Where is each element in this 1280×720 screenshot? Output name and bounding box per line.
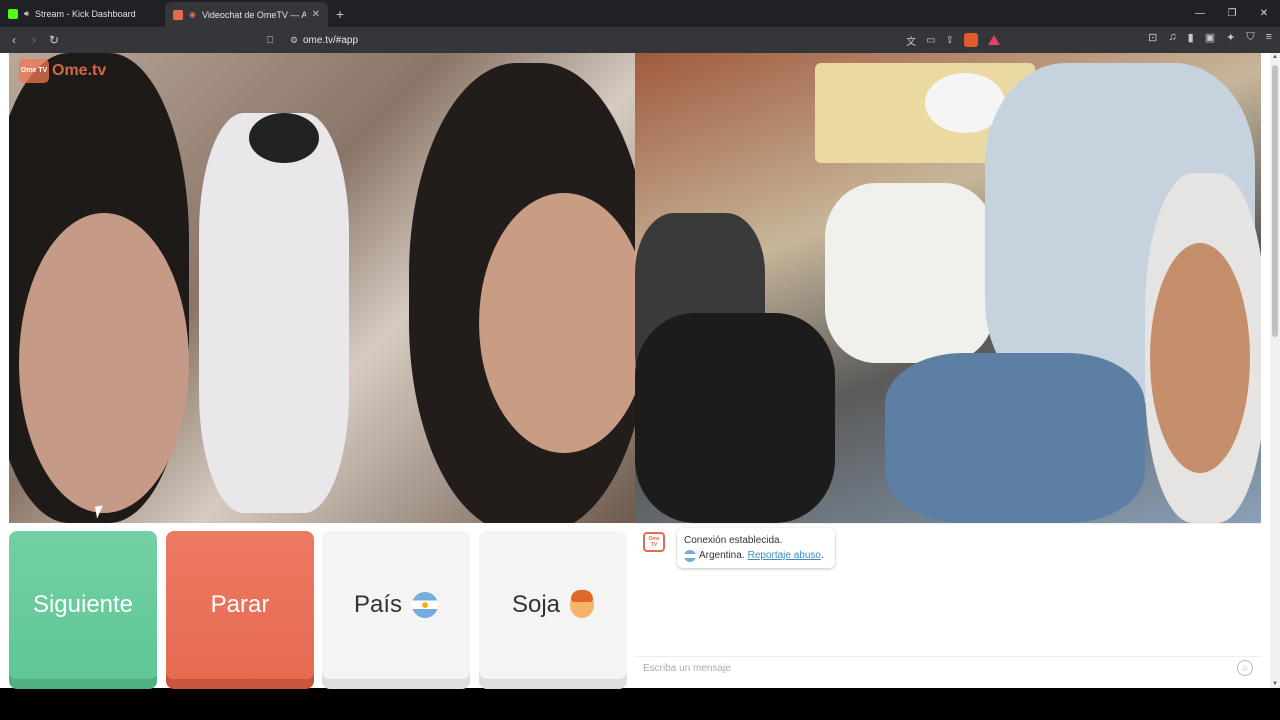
scroll-up-icon[interactable]: ▲ (1271, 54, 1279, 60)
new-tab-button[interactable]: + (336, 6, 344, 22)
gender-button-label: Soja (511, 591, 561, 618)
wallet-icon[interactable]: ▣ (1205, 31, 1215, 44)
country-button-label: País (353, 591, 403, 618)
speaker-icon: 🔊︎ (24, 8, 30, 18)
screenshot-icon[interactable]: ⊡ (1148, 31, 1157, 44)
gender-button[interactable]: Soja (479, 531, 627, 679)
tab-ometv[interactable]: ◉ Videochat de OmeTV — Alte ✕ (165, 2, 328, 27)
logo-text: Ome.tv (52, 62, 107, 79)
bookmark-icon[interactable]: ⎕ (255, 35, 285, 46)
tab-bar: 🔊︎ Stream - Kick Dashboard ◉ Videochat d… (0, 0, 1280, 27)
chat-panel: Ome TV Conexión establecida. Argentina. … (635, 523, 1261, 688)
system-message: Conexión establecida. Argentina. Reporta… (677, 528, 835, 568)
ometv-chat-icon: Ome TV (643, 532, 665, 552)
share-icon[interactable]: ⇪ (946, 35, 954, 46)
gender-face-icon (570, 590, 595, 618)
message-placeholder: Escriba un mensaje (643, 663, 731, 674)
tv-logo-icon: Ome TV (19, 59, 49, 83)
report-abuse-link[interactable]: Reportaje abuso (748, 550, 821, 561)
country-name: Argentina. (699, 550, 745, 561)
stop-button[interactable]: Parar (166, 531, 314, 679)
tab-title: Videochat de OmeTV — Alte (201, 9, 306, 20)
ometv-favicon-icon (173, 9, 183, 20)
argentina-flag-icon (412, 592, 439, 618)
ometv-logo: Ome TV Ome.tv (19, 59, 106, 83)
translate-icon[interactable]: 文 (906, 33, 916, 48)
next-button-label: Siguiente (32, 591, 134, 618)
tab-kick-dashboard[interactable]: 🔊︎ Stream - Kick Dashboard (0, 0, 165, 27)
brave-shields-icon[interactable] (964, 33, 978, 47)
next-button[interactable]: Siguiente (9, 531, 157, 679)
close-tab-icon[interactable]: ✕ (312, 9, 320, 20)
url-text[interactable]: ome.tv/#app (303, 35, 358, 46)
close-window-icon[interactable]: ✕ (1248, 0, 1280, 27)
sidebar-icon[interactable]: ▮ (1188, 31, 1194, 44)
reload-icon[interactable]: ↻ (44, 33, 64, 47)
back-icon[interactable]: ‹ (4, 33, 24, 47)
leo-ai-icon[interactable]: ✦ (1226, 31, 1235, 44)
menu-icon[interactable]: ≡ (1266, 31, 1272, 44)
minimize-icon[interactable]: — (1184, 0, 1216, 27)
country-button[interactable]: País (322, 531, 470, 679)
media-icon[interactable]: ♫ (1168, 31, 1176, 44)
cast-icon[interactable]: ▭ (926, 35, 935, 46)
stop-button-label: Parar (210, 591, 270, 618)
report-suffix: . (820, 550, 824, 561)
tab-title: Stream - Kick Dashboard (35, 8, 136, 19)
argentina-flag-icon (684, 549, 696, 562)
recording-icon: ◉ (189, 10, 196, 19)
remote-video (9, 53, 635, 523)
scroll-down-icon[interactable]: ▼ (1271, 681, 1279, 687)
page-content: Ome TV Ome.tv Siguiente Parar País Soja … (0, 53, 1270, 688)
scrollbar[interactable]: ▲ ▼ (1270, 53, 1280, 688)
vpn-icon[interactable]: ⛉ (1246, 31, 1254, 44)
restore-icon[interactable]: ❐ (1216, 0, 1248, 27)
local-video (635, 53, 1261, 523)
kick-favicon-icon (8, 8, 18, 19)
address-bar-row: ‹ › ↻ ⎕ ⚙ ome.tv/#app 文 ▭ ⇪ ⊡ ♫ ▮ ▣ ✦ ⛉ … (0, 27, 1280, 53)
omnibox[interactable]: ⎕ ⚙ ome.tv/#app 文 ▭ ⇪ (255, 30, 1000, 50)
brave-rewards-icon[interactable] (988, 35, 1000, 45)
message-input[interactable]: Escriba un mensaje (635, 656, 1261, 680)
forward-icon[interactable]: › (24, 33, 44, 47)
connection-status: Conexión establecida. (684, 535, 783, 546)
site-info-icon[interactable]: ⚙ (285, 35, 303, 46)
emoji-icon[interactable]: ☺ (1237, 660, 1253, 676)
scrollbar-thumb[interactable] (1272, 65, 1278, 337)
